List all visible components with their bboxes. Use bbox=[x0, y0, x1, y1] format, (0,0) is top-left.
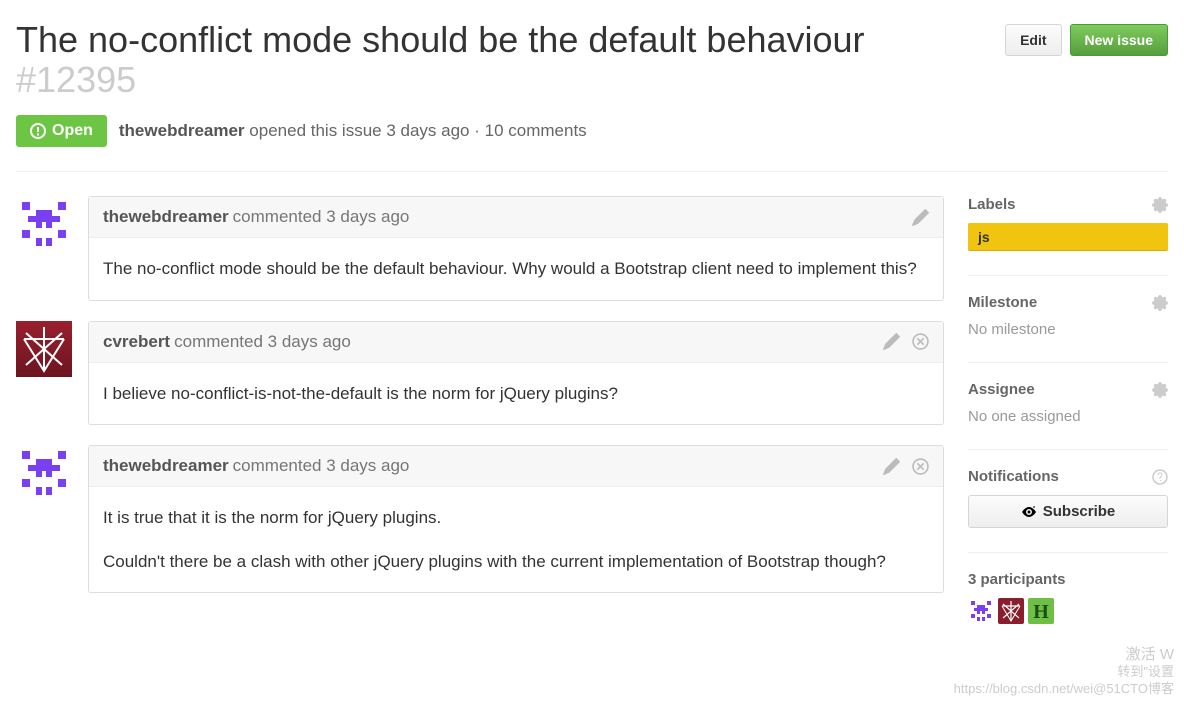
pencil-icon[interactable] bbox=[883, 458, 900, 475]
sidebar-divider bbox=[968, 552, 1168, 553]
avatar[interactable] bbox=[16, 445, 72, 501]
comment-paragraph: I believe no-conflict-is-not-the-default… bbox=[103, 381, 929, 407]
participant-avatar[interactable] bbox=[998, 598, 1024, 624]
watermark: 激活 W 转到"设置 https://blog.csdn.net/wei@51C… bbox=[954, 645, 1174, 698]
participants-row: H bbox=[968, 598, 1168, 624]
title-block: The no-conflict mode should be the defau… bbox=[16, 20, 989, 99]
notifications-header: Notifications bbox=[968, 468, 1168, 485]
comment-meta: commented 3 days ago bbox=[233, 207, 410, 227]
delete-icon[interactable] bbox=[912, 333, 929, 350]
edit-button[interactable]: Edit bbox=[1005, 24, 1061, 56]
milestone-value: No milestone bbox=[968, 321, 1168, 338]
open-icon bbox=[30, 123, 46, 139]
gear-icon[interactable] bbox=[1152, 295, 1168, 311]
comment-body: The no-conflict mode should be the defau… bbox=[89, 238, 943, 300]
comment-block: cvrebert commented 3 days ago I believe n… bbox=[16, 321, 944, 426]
issue-header: The no-conflict mode should be the defau… bbox=[16, 20, 1168, 99]
comment-actions bbox=[883, 458, 929, 475]
comment-box: cvrebert commented 3 days ago I believe n… bbox=[88, 321, 944, 426]
comment-box: thewebdreamer commented 3 days ago The no… bbox=[88, 196, 944, 301]
new-issue-button[interactable]: New issue bbox=[1070, 24, 1168, 56]
labels-title: Labels bbox=[968, 196, 1016, 213]
header-divider bbox=[16, 171, 1168, 172]
opened-text: opened this issue 3 days ago bbox=[249, 121, 469, 140]
comment-body: It is true that it is the norm for jQuer… bbox=[89, 487, 943, 592]
comments-column: thewebdreamer commented 3 days ago The no… bbox=[16, 196, 944, 648]
comment-actions bbox=[883, 333, 929, 350]
milestone-title: Milestone bbox=[968, 294, 1037, 311]
assignee-value: No one assigned bbox=[968, 408, 1168, 425]
assignee-header: Assignee bbox=[968, 381, 1168, 398]
comment-paragraph: The no-conflict mode should be the defau… bbox=[103, 256, 929, 282]
issue-title: The no-conflict mode should be the defau… bbox=[16, 20, 989, 99]
issue-meta-row: Open thewebdreamer opened this issue 3 d… bbox=[16, 115, 1168, 147]
watermark-line: 转到"设置 bbox=[954, 664, 1174, 681]
sidebar-divider bbox=[968, 275, 1168, 276]
help-icon[interactable] bbox=[1152, 469, 1168, 485]
svg-text:H: H bbox=[1033, 601, 1049, 623]
comment-actions bbox=[912, 209, 929, 226]
participant-avatar[interactable] bbox=[968, 598, 994, 624]
content-layout: thewebdreamer commented 3 days ago The no… bbox=[16, 196, 1168, 648]
comment-header: thewebdreamer commented 3 days ago bbox=[89, 197, 943, 238]
comment-header: cvrebert commented 3 days ago bbox=[89, 322, 943, 363]
comment-meta: commented 3 days ago bbox=[233, 456, 410, 476]
issue-byline: thewebdreamer opened this issue 3 days a… bbox=[119, 121, 587, 141]
comment-box: thewebdreamer commented 3 days ago It is … bbox=[88, 445, 944, 593]
delete-icon[interactable] bbox=[912, 458, 929, 475]
comment-author-link[interactable]: thewebdreamer bbox=[103, 456, 229, 476]
participants-section: 3 participants H bbox=[968, 571, 1168, 624]
issue-title-text: The no-conflict mode should be the defau… bbox=[16, 19, 865, 60]
issue-author-link[interactable]: thewebdreamer bbox=[119, 121, 245, 140]
gear-icon[interactable] bbox=[1152, 197, 1168, 213]
participants-title: 3 participants bbox=[968, 571, 1066, 588]
sidebar: Labels js Milestone No milestone Assigne… bbox=[968, 196, 1168, 648]
participants-header: 3 participants bbox=[968, 571, 1168, 588]
avatar[interactable] bbox=[16, 196, 72, 252]
milestone-section: Milestone No milestone bbox=[968, 294, 1168, 338]
notifications-section: Notifications Subscribe bbox=[968, 468, 1168, 528]
avatar[interactable] bbox=[16, 321, 72, 377]
notifications-title: Notifications bbox=[968, 468, 1059, 485]
gear-icon[interactable] bbox=[1152, 382, 1168, 398]
state-text: Open bbox=[52, 122, 93, 140]
milestone-header: Milestone bbox=[968, 294, 1168, 311]
comments-count: 10 comments bbox=[485, 121, 587, 140]
participant-avatar[interactable]: H bbox=[1028, 598, 1054, 624]
eye-icon bbox=[1021, 504, 1037, 520]
watermark-line: https://blog.csdn.net/wei@51CTO博客 bbox=[954, 681, 1174, 698]
comment-paragraph: It is true that it is the norm for jQuer… bbox=[103, 505, 929, 531]
comment-header: thewebdreamer commented 3 days ago bbox=[89, 446, 943, 487]
pencil-icon[interactable] bbox=[912, 209, 929, 226]
labels-header: Labels bbox=[968, 196, 1168, 213]
comment-block: thewebdreamer commented 3 days ago It is … bbox=[16, 445, 944, 593]
comment-paragraph: Couldn't there be a clash with other jQu… bbox=[103, 549, 929, 575]
comment-author-link[interactable]: thewebdreamer bbox=[103, 207, 229, 227]
subscribe-label: Subscribe bbox=[1043, 503, 1116, 520]
sidebar-divider bbox=[968, 449, 1168, 450]
label-js[interactable]: js bbox=[968, 223, 1168, 251]
comment-author-link[interactable]: cvrebert bbox=[103, 332, 170, 352]
subscribe-button[interactable]: Subscribe bbox=[968, 495, 1168, 528]
comment-meta: commented 3 days ago bbox=[174, 332, 351, 352]
comment-body: I believe no-conflict-is-not-the-default… bbox=[89, 363, 943, 425]
state-badge: Open bbox=[16, 115, 107, 147]
pencil-icon[interactable] bbox=[883, 333, 900, 350]
assignee-title: Assignee bbox=[968, 381, 1035, 398]
comment-block: thewebdreamer commented 3 days ago The no… bbox=[16, 196, 944, 301]
assignee-section: Assignee No one assigned bbox=[968, 381, 1168, 425]
header-buttons: Edit New issue bbox=[1005, 24, 1168, 56]
sidebar-divider bbox=[968, 362, 1168, 363]
issue-number: #12395 bbox=[16, 59, 136, 100]
labels-section: Labels js bbox=[968, 196, 1168, 251]
